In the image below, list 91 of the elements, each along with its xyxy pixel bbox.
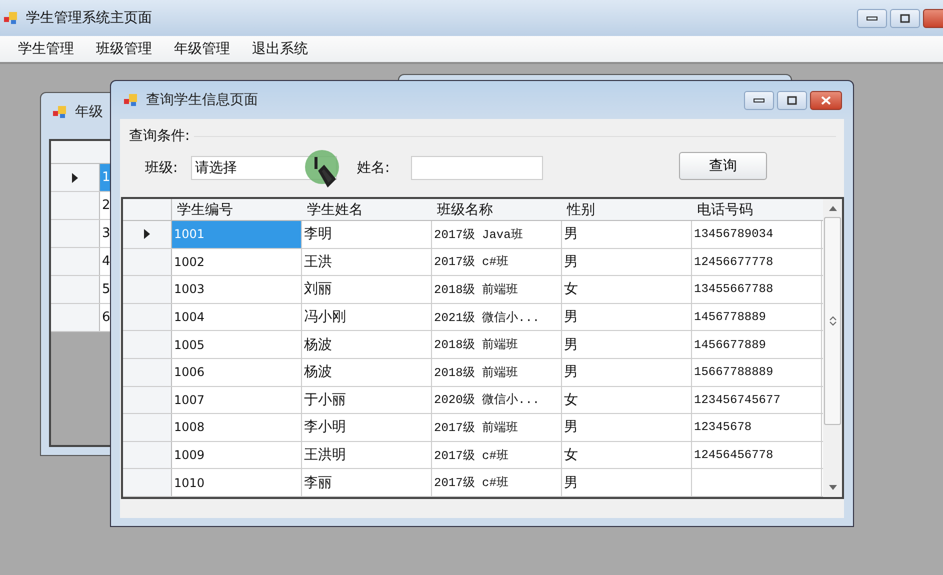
window-title: 查询学生信息页面 [146, 91, 258, 109]
minimize-button[interactable] [857, 8, 887, 28]
table-cell: 1003 [172, 276, 302, 303]
table-cell: 男 [562, 331, 692, 358]
class-label: 班级: [145, 159, 179, 177]
table-cell: 1004 [172, 304, 302, 330]
grip-icon [828, 316, 836, 326]
column-header[interactable]: 电话号码 [692, 199, 822, 220]
maximize-button[interactable] [890, 8, 920, 28]
menu-item[interactable]: 学生管理 [10, 38, 82, 60]
table-cell: 1456778889 [692, 304, 822, 330]
name-label: 姓名: [357, 159, 391, 177]
close-button[interactable] [810, 90, 842, 110]
table-cell: 1010 [172, 469, 302, 496]
table-cell: 男 [562, 221, 692, 248]
name-input-field[interactable] [411, 156, 543, 180]
table-cell: 冯小刚 [302, 304, 432, 330]
table-cell: 女 [562, 386, 692, 414]
table-cell: 1008 [172, 414, 302, 441]
table-cell: 13456789034 [692, 221, 822, 248]
app-icon [53, 105, 69, 119]
app-icon [4, 11, 20, 25]
table-cell: 1009 [172, 442, 302, 468]
table-cell-text: 5 [101, 281, 112, 299]
column-header[interactable]: 性别 [562, 199, 692, 220]
table-cell-text: 4 [101, 253, 112, 271]
table-cell: 杨波 [302, 358, 432, 386]
table-cell: 李小明 [302, 414, 432, 441]
table-cell: 女 [562, 442, 692, 468]
column-header[interactable]: 班级名称 [432, 199, 562, 220]
table-cell-text: 3 [101, 225, 112, 243]
table-cell: 李丽 [302, 469, 432, 496]
table-cell: 2017级 c#班 [432, 248, 562, 276]
table-cell: 15667788889 [692, 358, 822, 386]
column-header[interactable]: 学生编号 [172, 199, 302, 220]
table-cell: 2017级 Java班 [432, 221, 562, 248]
table-cell: 1002 [172, 248, 302, 276]
table-cell: 12456677778 [692, 248, 822, 276]
table-cell: 王洪明 [302, 442, 432, 468]
table-cell: 2020级 微信小... [432, 386, 562, 414]
table-cell: 男 [562, 414, 692, 441]
table-cell: 2021级 微信小... [432, 304, 562, 330]
table-cell: 2017级 c#班 [432, 442, 562, 468]
table-cell: 2018级 前端班 [432, 276, 562, 303]
table-cell-text: 2 [101, 197, 112, 215]
window-title: 学生管理系统主页面 [26, 9, 152, 27]
table-cell: 12456456778 [692, 442, 822, 468]
table-cell-text: 6 [101, 309, 112, 327]
row-header[interactable] [51, 164, 100, 191]
scrollbar[interactable] [823, 199, 842, 497]
group-label: 查询条件: [129, 127, 190, 145]
row-header[interactable] [123, 221, 172, 248]
table-cell: 女 [562, 276, 692, 303]
table-cell: 2017级 c#班 [432, 469, 562, 496]
column-header[interactable]: 学生姓名 [302, 199, 432, 220]
maximize-icon [900, 14, 910, 22]
query-button[interactable]: 查询 [679, 152, 767, 180]
scroll-up-icon[interactable] [828, 205, 836, 211]
close-icon [821, 96, 831, 104]
minimize-icon [866, 15, 878, 21]
table-cell: 13455667788 [692, 276, 822, 303]
window-title: 年级 [75, 103, 103, 121]
table-cell: 1001 [172, 221, 302, 248]
scroll-down-icon[interactable] [828, 485, 836, 491]
table-cell: 2017级 前端班 [432, 414, 562, 441]
table-cell: 刘丽 [302, 276, 432, 303]
menu-item[interactable]: 班级管理 [88, 38, 160, 60]
table-cell: 李明 [302, 221, 432, 248]
table-cell: 2018级 前端班 [432, 358, 562, 386]
scroll-thumb[interactable] [824, 217, 841, 425]
app-icon [124, 93, 140, 107]
table-cell: 杨波 [302, 331, 432, 358]
table-cell: 男 [562, 248, 692, 276]
table-cell: 王洪 [302, 248, 432, 276]
table-cell: 男 [562, 469, 692, 496]
table-cell: 男 [562, 304, 692, 330]
table-cell: 1456677889 [692, 331, 822, 358]
maximize-button[interactable] [777, 90, 807, 110]
minimize-button[interactable] [744, 90, 774, 110]
table-cell: 12345678 [692, 414, 822, 441]
table-cell: 1005 [172, 331, 302, 358]
maximize-icon [787, 96, 797, 104]
menu-item[interactable]: 退出系统 [244, 38, 316, 60]
table-cell: 1006 [172, 358, 302, 386]
table-cell: 123456745677 [692, 386, 822, 414]
table-cell: 男 [562, 358, 692, 386]
table-cell: 于小丽 [302, 386, 432, 414]
minimize-icon [753, 97, 765, 103]
table-cell: 2018级 前端班 [432, 331, 562, 358]
menu-item[interactable]: 年级管理 [166, 38, 238, 60]
table-cell: 1007 [172, 386, 302, 414]
